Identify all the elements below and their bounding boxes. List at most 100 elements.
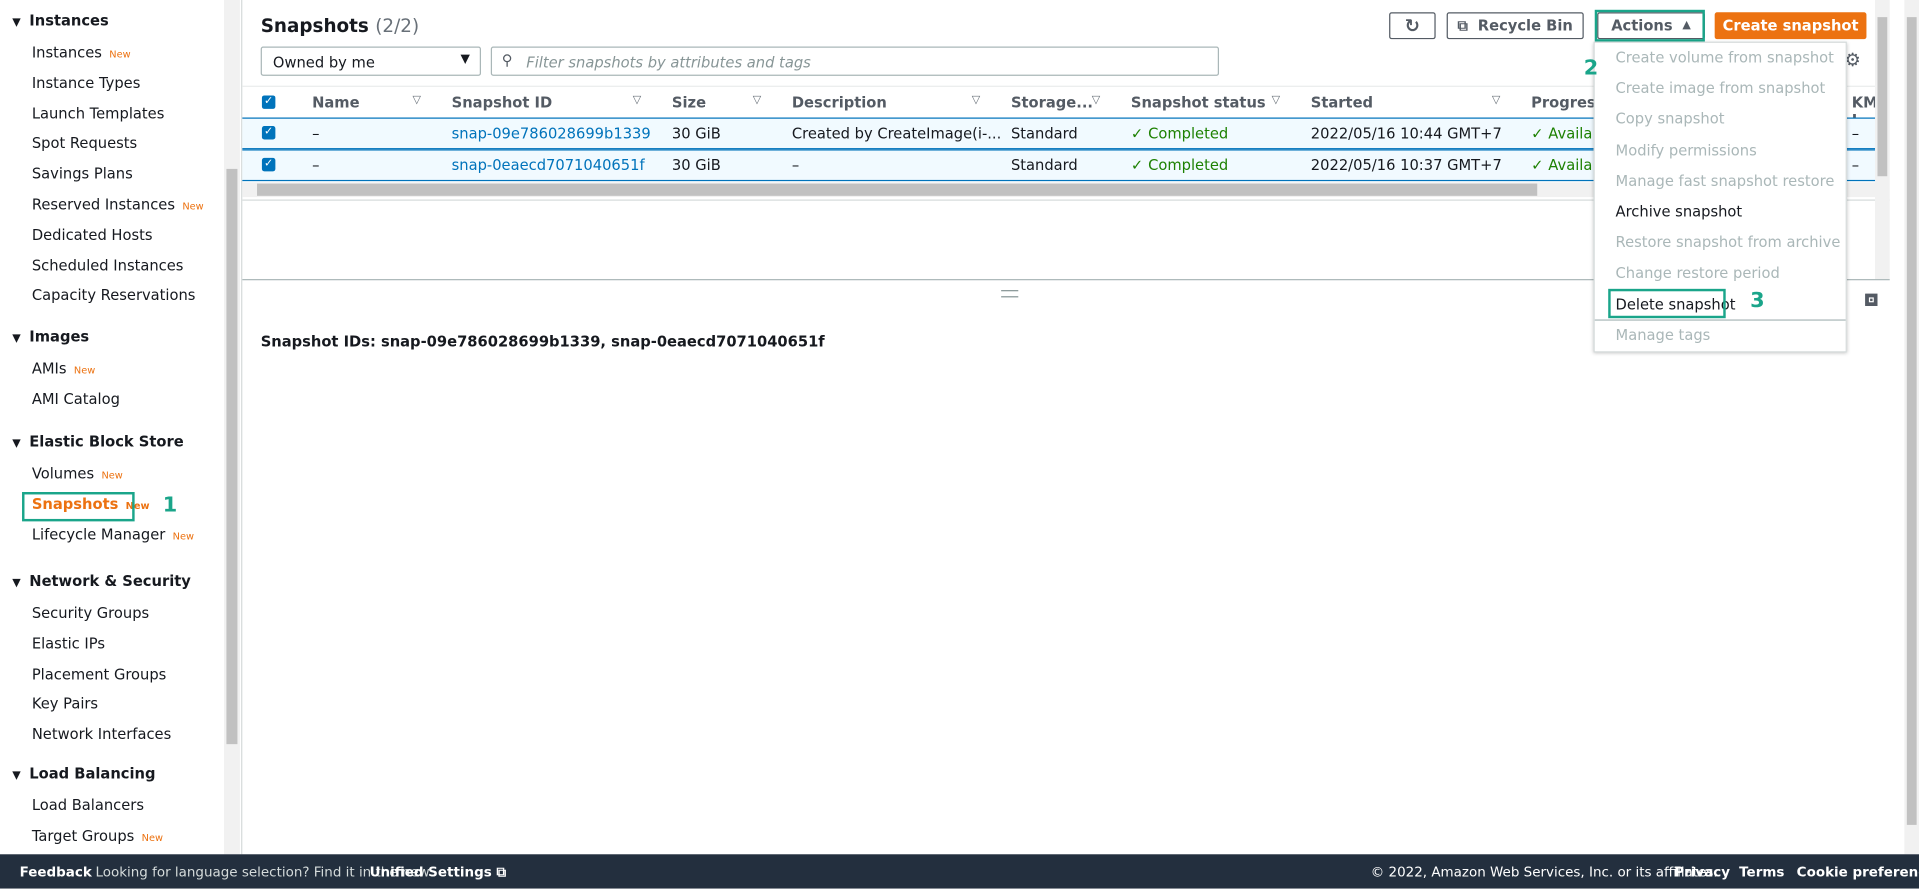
sidebar-item-label: Load Balancers — [31, 796, 144, 814]
resize-handle-icon[interactable] — [1001, 290, 1019, 298]
sidebar-item-security-groups[interactable]: Security Groups — [32, 605, 149, 622]
sidebar-item-label: Network Interfaces — [31, 726, 172, 744]
sort-icon[interactable]: ▽ — [412, 94, 420, 106]
create-snapshot-button[interactable]: Create snapshot — [1714, 12, 1867, 40]
sidebar-item-lifecycle-manager[interactable]: Lifecycle Manager New — [32, 526, 194, 543]
sidebar-item-label: AMIs — [31, 359, 67, 377]
cookie-preferences-link[interactable]: Cookie preferences — [1797, 864, 1919, 880]
sort-icon[interactable]: ▽ — [972, 94, 980, 106]
sidebar-item-label: Volumes — [31, 465, 95, 483]
column-header[interactable]: Storage... — [1011, 94, 1093, 111]
cell-size-text: 30 GiB — [671, 124, 721, 142]
column-header[interactable]: Description — [792, 94, 887, 111]
refresh-button[interactable]: ↻ — [1389, 12, 1436, 40]
cell-id[interactable]: snap-09e786028699b1339 — [452, 125, 651, 142]
sidebar-item-load-balancers[interactable]: Load Balancers — [32, 797, 144, 814]
unified-settings-link[interactable]: Unified Settings ⧉ — [370, 864, 506, 881]
page-title: Snapshots (2/2) — [261, 15, 419, 37]
cell-storage-text: Standard — [1010, 124, 1078, 142]
sidebar-item-amis[interactable]: AMIs New — [32, 360, 95, 377]
privacy-link[interactable]: Privacy — [1674, 864, 1730, 880]
cell-name-text: – — [312, 124, 320, 142]
column-header[interactable]: Started — [1311, 94, 1373, 111]
menu-item-restore-snapshot-from-archive[interactable]: Restore snapshot from archive — [1616, 234, 1841, 251]
search-placeholder: Filter snapshots by attributes and tags — [526, 53, 811, 71]
sidebar-item-placement-groups[interactable]: Placement Groups — [32, 665, 166, 682]
menu-item-change-restore-period[interactable]: Change restore period — [1616, 265, 1780, 282]
menu-item-create-volume-from-snapshot[interactable]: Create volume from snapshot — [1616, 49, 1834, 66]
row-checkbox[interactable]: ✓ — [261, 157, 276, 172]
sidebar-item-target-groups[interactable]: Target Groups New — [32, 827, 163, 844]
cell-kms-text: – — [1851, 156, 1860, 174]
sort-icon[interactable]: ▽ — [633, 94, 641, 106]
sort-icon[interactable]: ▽ — [1272, 94, 1280, 106]
column-header[interactable]: Snapshot ID — [452, 94, 553, 111]
cell-started: 2022/05/16 10:37 GMT+7 — [1311, 157, 1502, 174]
select-all-checkbox[interactable]: ✓ — [261, 95, 276, 109]
table-scrollbar[interactable] — [1875, 0, 1890, 280]
row-checkbox[interactable]: ✓ — [261, 126, 276, 140]
panel-toggle-icon[interactable] — [1865, 293, 1878, 306]
cell-id[interactable]: snap-0eaecd7071040651f — [452, 157, 645, 174]
column-header[interactable]: Snapshot status — [1131, 94, 1266, 111]
sidebar-item-volumes[interactable]: Volumes New — [32, 465, 123, 482]
cell-kms: – — [1852, 125, 1859, 142]
sort-icon[interactable]: ▽ — [1492, 94, 1500, 106]
cell-status: ✓ Completed — [1131, 157, 1228, 174]
sidebar-item-label: Launch Templates — [31, 104, 165, 122]
cell-kms-text: – — [1851, 124, 1860, 142]
sidebar-section-3[interactable]: Network & Security — [12, 573, 191, 590]
column-header[interactable]: Size — [672, 94, 706, 111]
feedback-link[interactable]: Feedback — [20, 864, 92, 880]
sidebar-item-ami-catalog[interactable]: AMI Catalog — [32, 390, 120, 407]
menu-item-manage-tags[interactable]: Manage tags — [1616, 327, 1711, 344]
sidebar-item-capacity-reservations[interactable]: Capacity Reservations — [32, 287, 196, 304]
sidebar-item-instance-types[interactable]: Instance Types — [32, 74, 141, 91]
cell-size-text: 30 GiB — [671, 156, 721, 174]
column-header[interactable]: Name — [312, 94, 359, 111]
owner-select[interactable]: Owned by me ▼ — [260, 46, 481, 76]
page-scrollbar[interactable] — [1904, 0, 1919, 855]
title-text: Snapshots — [260, 14, 369, 37]
selection-count: (2/2) — [375, 14, 420, 37]
sidebar-scrollbar[interactable] — [223, 0, 240, 855]
menu-item-copy-snapshot[interactable]: Copy snapshot — [1616, 111, 1725, 128]
sidebar-item-label: Target Groups — [31, 827, 135, 845]
menu-item-modify-permissions[interactable]: Modify permissions — [1616, 141, 1757, 158]
menu-item-manage-fast-snapshot-restore[interactable]: Manage fast snapshot restore — [1616, 172, 1835, 189]
cell-status-text: Completed — [1148, 124, 1229, 142]
sidebar-item-dedicated-hosts[interactable]: Dedicated Hosts — [32, 226, 153, 243]
sidebar-section-4[interactable]: Load Balancing — [12, 765, 155, 782]
owner-select-value: Owned by me — [272, 53, 375, 71]
sidebar-item-label: Reserved Instances — [31, 195, 175, 213]
terms-link[interactable]: Terms — [1739, 864, 1784, 880]
menu-divider — [1594, 319, 1846, 321]
external-link-icon: ⧉ — [496, 864, 507, 880]
sort-icon[interactable]: ▽ — [1092, 94, 1100, 106]
sidebar-item-key-pairs[interactable]: Key Pairs — [32, 696, 98, 713]
sidebar-item-spot-requests[interactable]: Spot Requests — [32, 135, 137, 152]
recycle-bin-label: Recycle Bin — [1477, 17, 1573, 35]
cell-started: 2022/05/16 10:44 GMT+7 — [1311, 125, 1502, 142]
sidebar-section-1[interactable]: Images — [12, 328, 89, 345]
recycle-bin-button[interactable]: ⧉ Recycle Bin — [1446, 12, 1584, 40]
menu-item-archive-snapshot[interactable]: Archive snapshot — [1616, 203, 1743, 220]
sidebar-item-elastic-ips[interactable]: Elastic IPs — [32, 635, 105, 652]
sidebar-section-0[interactable]: Instances — [12, 12, 108, 29]
search-input[interactable]: ⚲ Filter snapshots by attributes and tags — [490, 46, 1220, 76]
sidebar-item-reserved-instances[interactable]: Reserved Instances New — [32, 196, 204, 213]
sidebar-item-launch-templates[interactable]: Launch Templates — [32, 105, 165, 122]
cell-name: – — [312, 157, 319, 174]
sort-icon[interactable]: ▽ — [753, 94, 761, 106]
sidebar-section-2[interactable]: Elastic Block Store — [12, 433, 183, 450]
sidebar-item-instances[interactable]: Instances New — [32, 44, 131, 61]
settings-gear-icon[interactable]: ⚙ — [1844, 49, 1860, 71]
new-badge: New — [172, 530, 195, 542]
cell-progress: ✓ Availab — [1531, 157, 1602, 174]
menu-item-create-image-from-snapshot[interactable]: Create image from snapshot — [1616, 80, 1826, 97]
cell-size: 30 GiB — [672, 125, 721, 142]
sidebar-item-savings-plans[interactable]: Savings Plans — [32, 165, 133, 182]
sidebar-item-label: Savings Plans — [31, 165, 133, 183]
sidebar-item-network-interfaces[interactable]: Network Interfaces — [32, 726, 171, 743]
sidebar-item-scheduled-instances[interactable]: Scheduled Instances — [32, 257, 184, 274]
